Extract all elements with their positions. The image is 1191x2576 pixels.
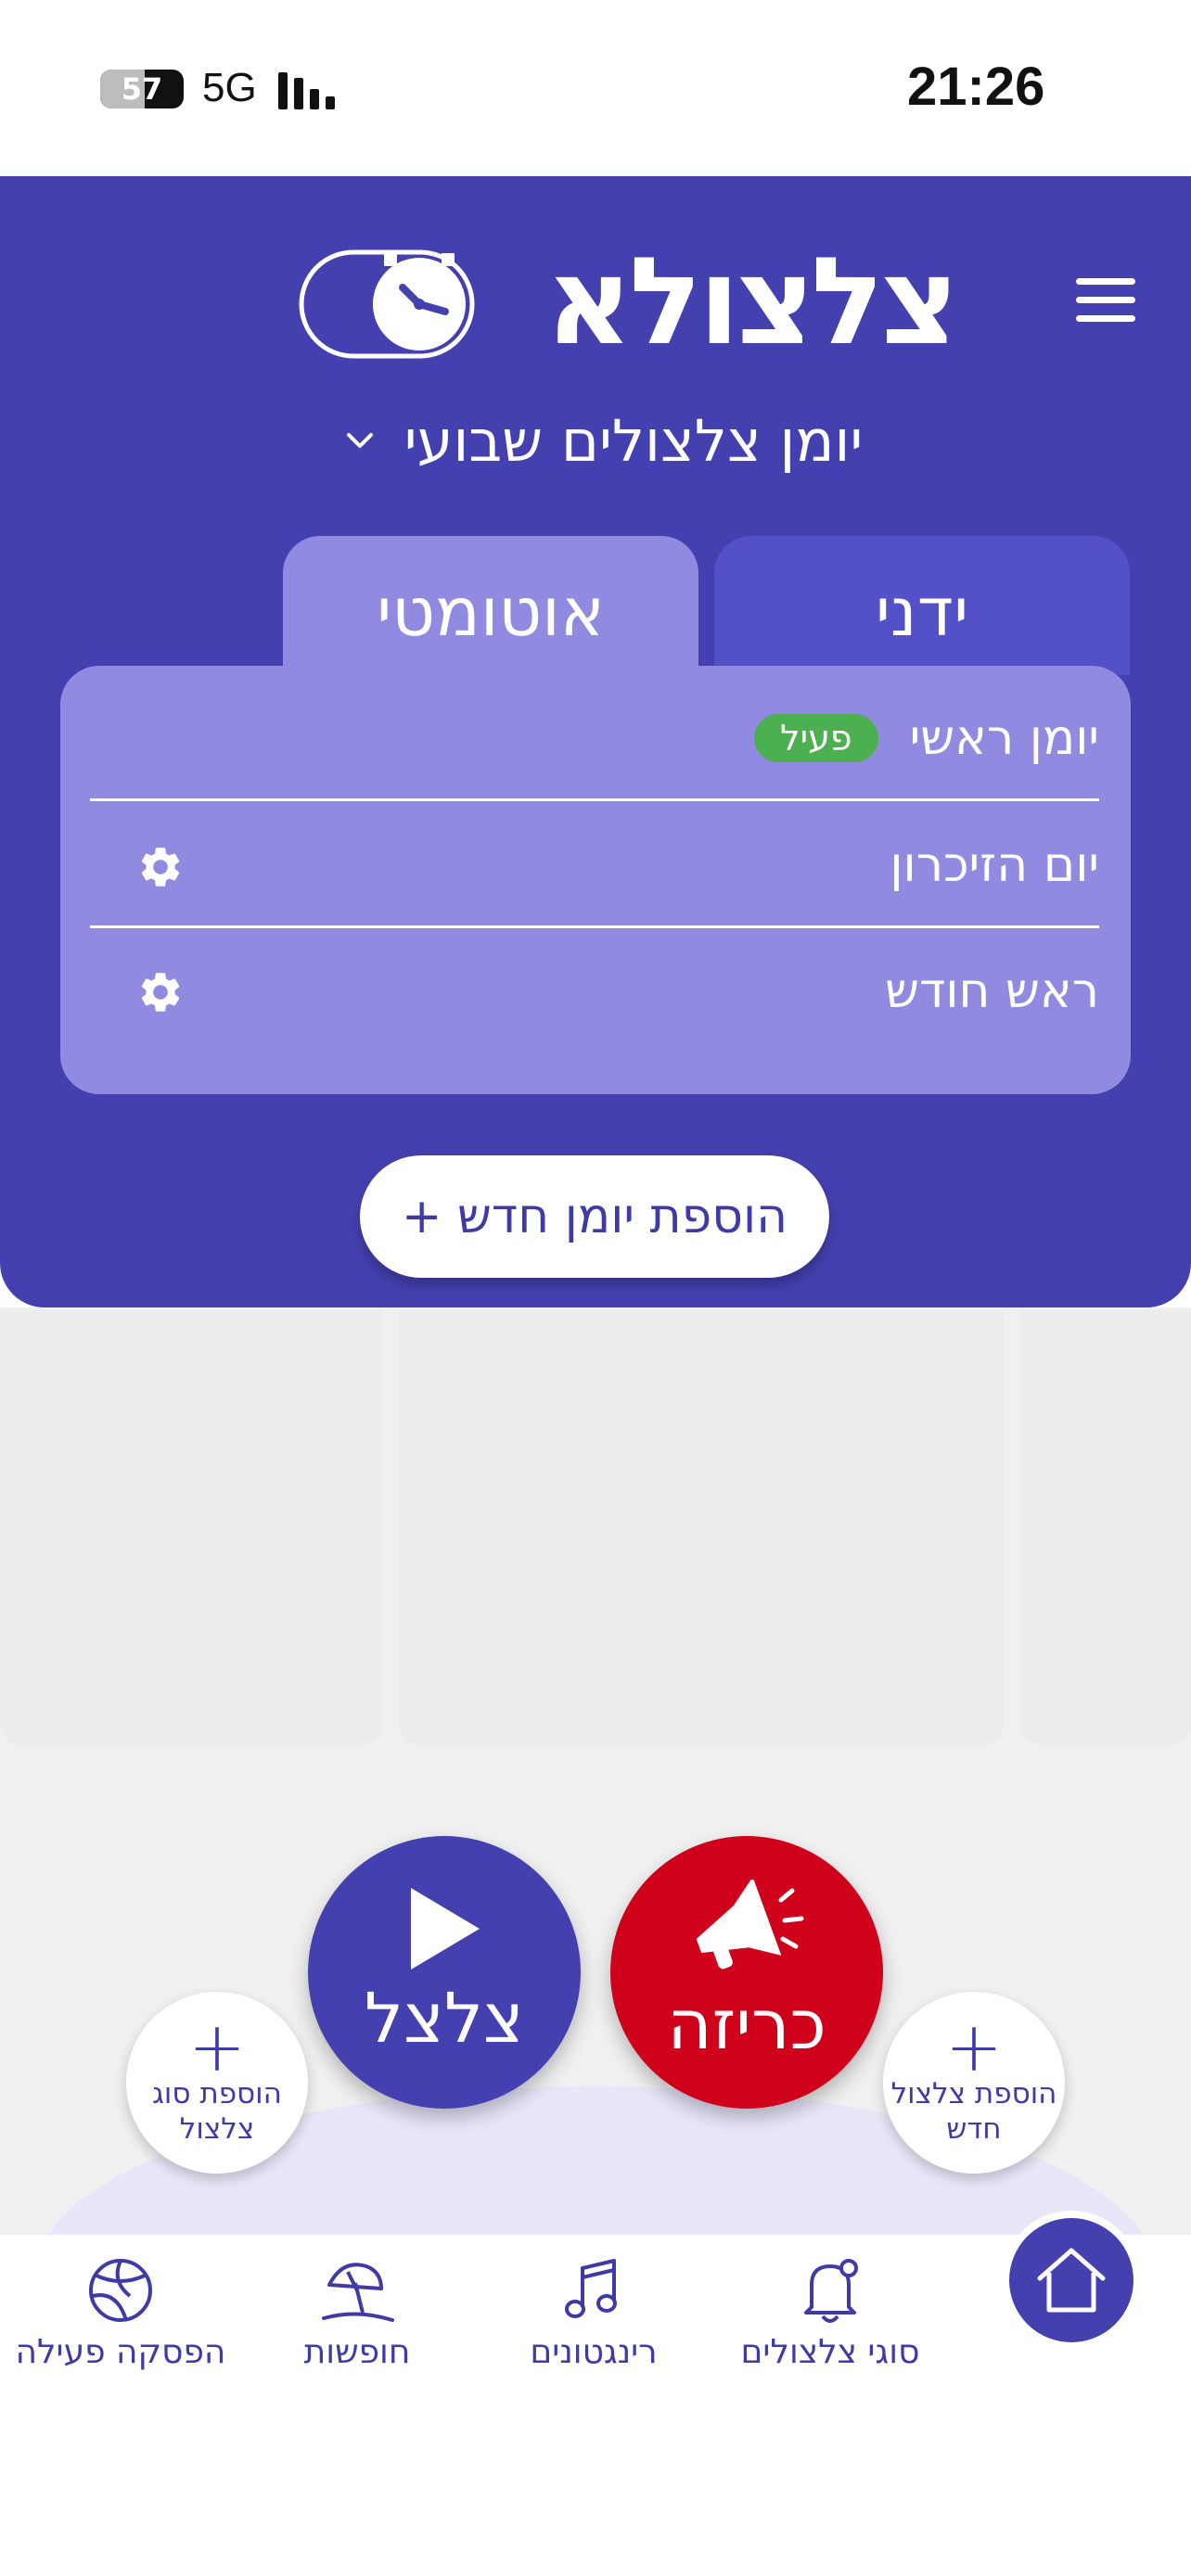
app-logo: צלצולא — [288, 231, 959, 372]
diary-item-rosh-chodesh[interactable]: ראש חודש — [90, 929, 1099, 1053]
plus-icon: + — [187, 2008, 246, 2087]
logo-text: צלצולא — [544, 231, 959, 372]
nav-label: רינגטונים — [530, 2333, 658, 2371]
home-icon — [1037, 2248, 1106, 2313]
ring-button-label: צלצל — [365, 1979, 524, 2059]
gear-icon[interactable] — [136, 843, 185, 891]
diary-item-memorial-day[interactable]: יום הזיכרון — [90, 804, 1099, 928]
ball-icon — [89, 2259, 152, 2322]
megaphone-icon — [696, 1880, 804, 1970]
beach-umbrella-icon — [322, 2263, 394, 2322]
diary-item-main[interactable]: יומן ראשי פעיל — [90, 677, 1099, 801]
tab-automatic[interactable]: אוטומטי — [283, 536, 698, 675]
nav-label: הפסקה פעילה — [15, 2333, 226, 2371]
nav-active-break[interactable]: הפסקה פעילה — [9, 2253, 232, 2392]
diary-name: ראש חודש — [885, 963, 1099, 1019]
nav-ringtones[interactable]: רינגטונים — [519, 2253, 668, 2392]
add-new-ring-label: הוספת צלצול — [890, 2077, 1057, 2111]
emergency-button-label: כריזה — [667, 1985, 826, 2065]
battery-indicator: 57 — [100, 70, 184, 108]
carousel-card[interactable] — [399, 1309, 1004, 1745]
home-button[interactable] — [1002, 2211, 1141, 2350]
emergency-announcement-button[interactable]: כריזה — [610, 1836, 883, 2109]
gear-icon[interactable] — [136, 968, 185, 1016]
nav-label: סוגי צלצולים — [740, 2333, 920, 2371]
add-ring-type-label: צלצול — [179, 2112, 255, 2146]
signal-icon — [278, 72, 335, 109]
plus-icon: + — [944, 2008, 1003, 2087]
menu-icon[interactable] — [1076, 278, 1135, 330]
nav-vacations[interactable]: חופשות — [278, 2253, 436, 2392]
carousel-card[interactable] — [0, 1309, 382, 1745]
add-new-ring-label: חדש — [946, 2112, 1002, 2146]
diary-name: יום הזיכרון — [890, 836, 1099, 893]
add-diary-button[interactable]: הוספת יומן חדש + — [360, 1155, 829, 1278]
add-ring-type-button[interactable]: + הוספת סוג צלצול — [126, 1992, 308, 2174]
bell-icon — [804, 2259, 858, 2323]
diary-name: יומן ראשי — [909, 709, 1099, 766]
add-ring-type-label: הוספת סוג — [152, 2077, 282, 2111]
status-time: 21:26 — [907, 57, 1045, 117]
add-new-ring-button[interactable]: + הוספת צלצול חדש — [883, 1992, 1065, 2174]
play-icon — [411, 1888, 480, 1970]
music-note-icon — [565, 2259, 617, 2318]
ring-button[interactable]: צלצל — [308, 1836, 581, 2109]
tab-manual[interactable]: ידני — [714, 536, 1130, 675]
status-badge: פעיל — [753, 713, 878, 762]
diary-selector-label: יומן צלצולים שבועי — [403, 406, 864, 475]
logo-clock-icon — [299, 249, 475, 359]
diary-selector[interactable]: יומן צלצולים שבועי — [325, 399, 881, 482]
nav-label: חופשות — [303, 2333, 411, 2371]
chevron-down-icon — [346, 433, 373, 448]
nav-ring-types[interactable]: סוגי צלצולים — [733, 2253, 928, 2392]
diary-list: יומן ראשי פעיל יום הזיכרון ראש חודש — [60, 666, 1131, 1094]
carousel-card[interactable] — [1020, 1309, 1191, 1745]
network-type: 5G — [202, 65, 257, 110]
